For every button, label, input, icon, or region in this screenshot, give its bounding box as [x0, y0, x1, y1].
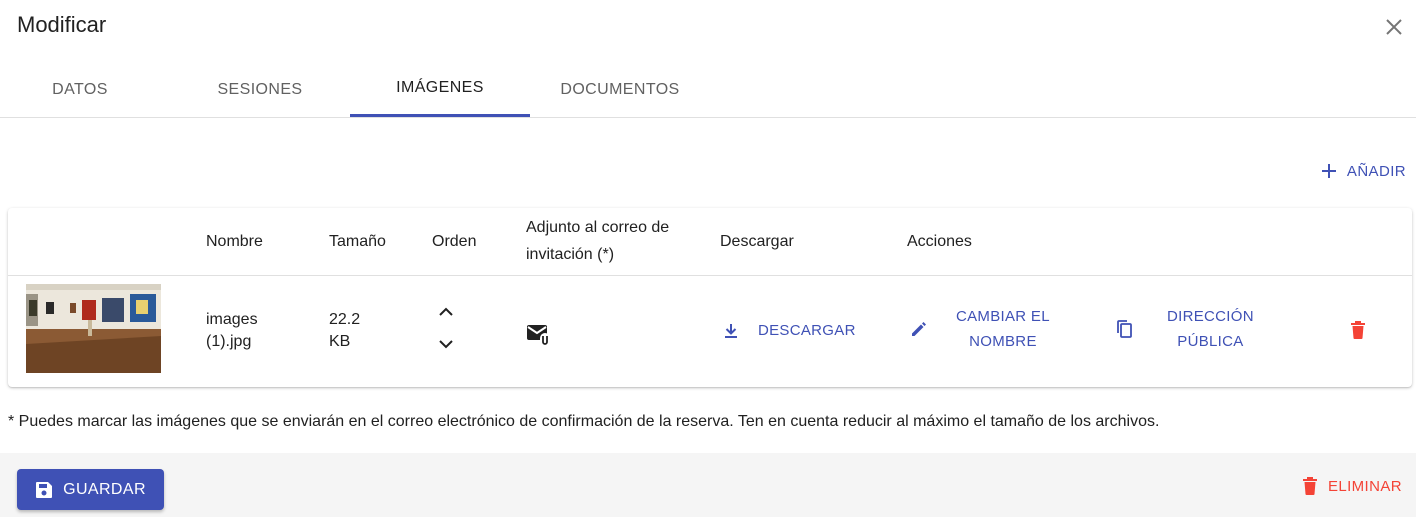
- public-url-button[interactable]: DIRECCIÓN PÚBLICA: [1115, 304, 1254, 354]
- dialog-footer: GUARDAR ELIMINAR: [0, 453, 1416, 517]
- file-name: images (1).jpg: [206, 309, 258, 353]
- file-name-line2: (1).jpg: [206, 333, 252, 350]
- add-button[interactable]: AÑADIR: [1321, 157, 1406, 185]
- header-order: Orden: [432, 233, 477, 250]
- delete-button-label: ELIMINAR: [1327, 477, 1402, 495]
- image-thumbnail: [26, 284, 161, 373]
- file-name-line1: images: [206, 311, 258, 328]
- copy-icon: [1117, 320, 1132, 338]
- rename-label-line2: NOMBRE: [969, 333, 1037, 350]
- tab-documentos[interactable]: DOCUMENTOS: [530, 62, 710, 117]
- download-button[interactable]: DESCARGAR: [722, 318, 856, 343]
- email-attachment-icon[interactable]: [524, 322, 554, 348]
- save-icon: [36, 481, 53, 498]
- download-label: DESCARGAR: [758, 322, 856, 339]
- close-icon[interactable]: [1382, 15, 1406, 39]
- chevron-up-icon[interactable]: [434, 300, 458, 324]
- tab-imagenes[interactable]: IMÁGENES: [350, 62, 530, 117]
- pencil-icon: [912, 322, 926, 336]
- rename-button[interactable]: CAMBIAR EL NOMBRE: [910, 304, 1050, 354]
- header-attach-line2: invitación (*): [526, 246, 615, 263]
- save-button[interactable]: GUARDAR: [17, 469, 164, 510]
- header-download: Descargar: [720, 233, 794, 250]
- trash-icon[interactable]: [1347, 319, 1369, 341]
- public-url-label-line1: DIRECCIÓN: [1167, 308, 1254, 325]
- header-actions: Acciones: [907, 233, 972, 250]
- header-attach: Adjunto al correo de invitación (*): [526, 214, 669, 268]
- file-size-line1: 22.2: [329, 311, 361, 328]
- rename-label: CAMBIAR EL NOMBRE: [956, 304, 1050, 354]
- header-attach-line1: Adjunto al correo de: [526, 219, 670, 236]
- tab-datos[interactable]: DATOS: [0, 62, 160, 117]
- trash-icon: [1302, 477, 1317, 495]
- tab-sesiones[interactable]: SESIONES: [180, 62, 340, 117]
- public-url-label-line2: PÚBLICA: [1177, 333, 1244, 350]
- header-name: Nombre: [206, 233, 263, 250]
- download-icon: [725, 323, 737, 338]
- images-table: Nombre Tamaño Orden Adjunto al correo de…: [8, 208, 1412, 387]
- save-button-label: GUARDAR: [63, 480, 146, 498]
- chevron-down-icon[interactable]: [434, 332, 458, 356]
- table-header: Nombre Tamaño Orden Adjunto al correo de…: [8, 208, 1412, 276]
- header-size: Tamaño: [329, 233, 386, 250]
- plus-icon: [1321, 164, 1336, 178]
- dialog-title: Modificar: [17, 12, 107, 37]
- add-button-label: AÑADIR: [1346, 162, 1406, 180]
- rename-label-line1: CAMBIAR EL: [956, 308, 1050, 325]
- file-size: 22.2 KB: [329, 309, 360, 353]
- tab-bar: DATOS SESIONES IMÁGENES DOCUMENTOS: [0, 62, 1416, 118]
- public-url-label: DIRECCIÓN PÚBLICA: [1167, 304, 1254, 354]
- footnote: * Puedes marcar las imágenes que se envi…: [8, 413, 1160, 430]
- file-size-line2: KB: [329, 333, 351, 350]
- delete-button[interactable]: ELIMINAR: [1302, 477, 1402, 495]
- table-row: images (1).jpg 22.2 KB DESCARGAR CAMBIAR…: [8, 276, 1412, 387]
